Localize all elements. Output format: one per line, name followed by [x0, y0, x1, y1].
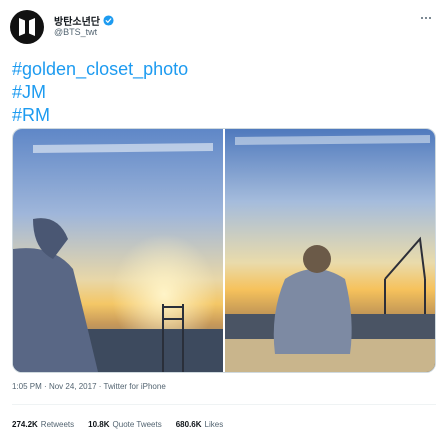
tweet-source[interactable]: Twitter for iPhone — [104, 382, 166, 391]
retweets-count: 274.2K — [12, 420, 38, 429]
sunset-photo-left — [13, 129, 223, 372]
likes-stat[interactable]: 680.6K Likes — [176, 420, 223, 429]
retweets-stat[interactable]: 274.2K Retweets — [12, 420, 74, 429]
tweet-timestamp: 1:05 PM · Nov 24, 2017 · Twitter for iPh… — [12, 382, 166, 391]
meta-separator: · — [98, 382, 102, 391]
more-options-button[interactable] — [418, 12, 434, 24]
likes-label: Likes — [204, 420, 224, 429]
quote-tweets-stat[interactable]: 10.8K Quote Tweets — [88, 420, 162, 429]
tweet-header: 방탄소년단 @BTS_twt — [10, 10, 438, 46]
author-name-row: 방탄소년단 — [54, 13, 114, 28]
hashtag-jm[interactable]: #JM — [12, 81, 188, 104]
more-dot — [425, 17, 427, 19]
hashtag-golden-closet-photo[interactable]: #golden_closet_photo — [12, 58, 188, 81]
tweet-date[interactable]: Nov 24, 2017 — [49, 382, 97, 391]
retweets-label: Retweets — [40, 420, 75, 429]
divider — [12, 404, 436, 405]
tweet-text: #golden_closet_photo #JM #RM — [12, 58, 188, 127]
hashtag-rm[interactable]: #RM — [12, 104, 188, 127]
bts-logo-icon — [19, 18, 35, 36]
photo-rm[interactable] — [225, 129, 435, 372]
verified-badge-icon — [103, 15, 114, 26]
avatar[interactable] — [10, 10, 44, 44]
sunset-photo-right — [225, 129, 435, 372]
author-handle[interactable]: @BTS_twt — [54, 27, 97, 37]
tweet-media — [12, 128, 436, 373]
quote-tweets-count: 10.8K — [88, 420, 110, 429]
quote-tweets-label: Quote Tweets — [112, 420, 162, 429]
more-dots-icon — [421, 17, 423, 19]
meta-separator: · — [44, 382, 47, 391]
likes-count: 680.6K — [175, 420, 202, 429]
photo-jm[interactable] — [13, 129, 223, 372]
author-display-name[interactable]: 방탄소년단 — [54, 13, 100, 28]
engagement-stats: 274.2K Retweets 10.8K Quote Tweets 680.6K L… — [12, 420, 223, 429]
tweet-time[interactable]: 1:05 PM — [12, 382, 42, 391]
more-dot — [429, 17, 431, 19]
